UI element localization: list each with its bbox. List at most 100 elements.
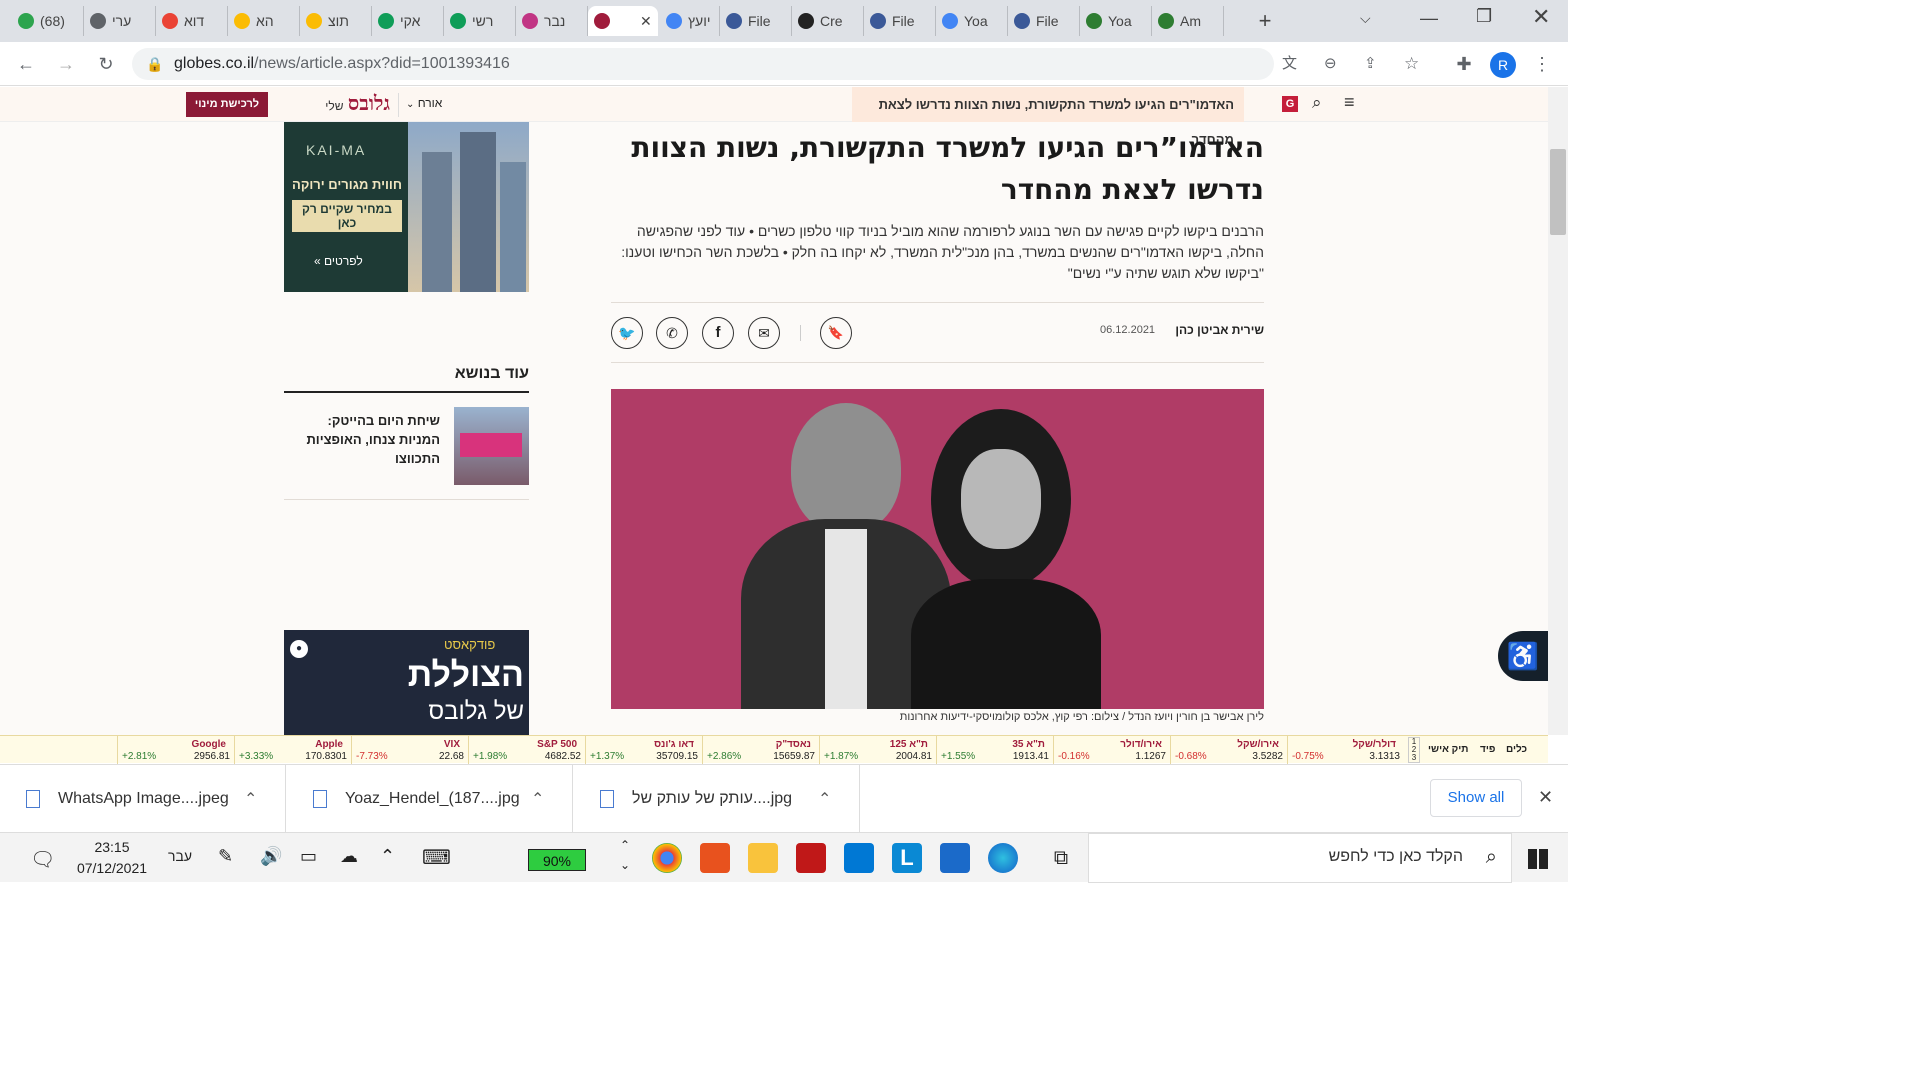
twitter-share-icon[interactable]: 🐦: [611, 317, 643, 349]
url-bar[interactable]: 🔒 globes.co.il/news/article.aspx?did=100…: [132, 48, 1419, 80]
back-icon[interactable]: ←: [14, 52, 38, 76]
browser-tab[interactable]: Cre: [792, 6, 864, 36]
author[interactable]: שירית אביטן כהן: [1150, 323, 1264, 337]
save-article-button[interactable]: 🔖: [820, 317, 852, 349]
translate-icon[interactable]: 文: [1282, 48, 1297, 80]
store-icon[interactable]: [844, 843, 874, 873]
ticker-item[interactable]: אירו/דולר 1.1267 -0.16%: [1053, 736, 1170, 764]
browser-tab[interactable]: ערי: [84, 6, 156, 36]
globes-logo[interactable]: גלובס שלי: [290, 91, 390, 117]
network-icon[interactable]: ☁: [340, 846, 358, 867]
ticker-feed[interactable]: פיד: [1480, 744, 1495, 755]
email-share-icon[interactable]: ✉: [748, 317, 780, 349]
share-icon[interactable]: ⇪: [1364, 48, 1377, 80]
download-item[interactable]: עותק של עותק של....jpg ⌃: [574, 765, 860, 833]
clock[interactable]: 23:15 07/12/2021: [62, 837, 162, 879]
ticker-item[interactable]: Google 2956.81 +2.81%: [117, 736, 234, 764]
ticker-item[interactable]: דאו ג'ונס 35709.15 +1.37%: [585, 736, 702, 764]
notifications-icon[interactable]: 🗨: [30, 847, 55, 872]
close-tab-icon[interactable]: ✕: [640, 13, 652, 30]
extensions-icon[interactable]: ✚: [1452, 52, 1476, 76]
chevron-up-icon[interactable]: ⌃: [818, 789, 831, 809]
browser-tab[interactable]: הא: [228, 6, 300, 36]
ticker-item[interactable]: S&P 500 4682.52 +1.98%: [468, 736, 585, 764]
close-window-button[interactable]: ✕: [1532, 4, 1550, 30]
forward-icon[interactable]: →: [54, 52, 78, 76]
battery-icon[interactable]: ▭: [300, 846, 317, 867]
browser-tab[interactable]: (68): [12, 6, 84, 36]
download-item[interactable]: WhatsApp Image....jpeg ⌃: [0, 765, 286, 833]
globes-icon[interactable]: G: [1282, 96, 1298, 112]
ticker-item[interactable]: Apple 170.8301 +3.33%: [234, 736, 351, 764]
restore-button[interactable]: ❐: [1476, 6, 1492, 27]
ticker-pager[interactable]: 123: [1408, 737, 1420, 763]
minimize-button[interactable]: —: [1420, 8, 1438, 29]
sidebar-ad-podcast[interactable]: ● פודקאסט הצוללת של גלובס: [284, 630, 529, 735]
mail-icon[interactable]: [940, 843, 970, 873]
volume-icon[interactable]: 🔊: [260, 846, 282, 867]
zoom-icon[interactable]: ⊖: [1324, 48, 1337, 80]
ticker-item[interactable]: אירו/שקל 3.5282 -0.68%: [1170, 736, 1287, 764]
windows-start-icon[interactable]: [1528, 849, 1548, 869]
download-item[interactable]: Yoaz_Hendel_(187....jpg ⌃: [287, 765, 573, 833]
file-explorer-icon[interactable]: [748, 843, 778, 873]
facebook-share-icon[interactable]: f: [702, 317, 734, 349]
browser-tab[interactable]: File: [1008, 6, 1080, 36]
battery-percent[interactable]: 90%: [528, 849, 586, 871]
user-menu[interactable]: אורח ⌄: [406, 96, 442, 110]
chevron-up-icon[interactable]: ⌃: [244, 789, 257, 809]
office-icon[interactable]: [700, 843, 730, 873]
lock-icon: 🔒: [146, 56, 164, 72]
reload-icon[interactable]: ↻: [94, 52, 118, 76]
related-thumbnail[interactable]: [454, 407, 529, 485]
search-icon[interactable]: ⌕: [1312, 93, 1322, 113]
new-tab-button[interactable]: +: [1252, 8, 1278, 34]
language-indicator[interactable]: עבר: [168, 848, 192, 864]
browser-tab[interactable]: תוצ: [300, 6, 372, 36]
page-scrollbar[interactable]: [1548, 87, 1568, 735]
sticky-headline[interactable]: האדמו"רים הגיעו למשרד התקשורת, נשות הצוו…: [852, 87, 1244, 147]
ticker-item[interactable]: דולר/שקל 3.1313 -0.75%: [1287, 736, 1404, 764]
bookmark-star-icon[interactable]: ☆: [1404, 48, 1419, 80]
close-download-bar-icon[interactable]: ✕: [1538, 787, 1553, 808]
whatsapp-share-icon[interactable]: ✆: [656, 317, 688, 349]
browser-tab[interactable]: ✕: [588, 6, 658, 36]
hidden-icons-chevron-icon[interactable]: ⌃: [380, 846, 395, 867]
show-all-downloads-button[interactable]: Show all: [1430, 779, 1522, 817]
ticker-item[interactable]: VIX 22.68 -7.73%: [351, 736, 468, 764]
subscribe-button[interactable]: לרכישת מינוי: [186, 92, 268, 117]
avatar[interactable]: R: [1490, 52, 1516, 78]
accessibility-icon[interactable]: ♿: [1498, 631, 1548, 681]
browser-tab[interactable]: Am: [1152, 6, 1224, 36]
ticker-item[interactable]: ת"א 125 2004.81 +1.87%: [819, 736, 936, 764]
chrome-icon[interactable]: [652, 843, 682, 873]
ticker-item[interactable]: נאסד"ק 15659.87 +2.86%: [702, 736, 819, 764]
chevron-up-icon[interactable]: ⌃: [531, 789, 544, 809]
ticker-portfolio[interactable]: תיק אישי: [1428, 744, 1468, 755]
browser-tab[interactable]: דוא: [156, 6, 228, 36]
scrollbar-thumb[interactable]: [1550, 149, 1566, 235]
keyboard-icon[interactable]: ⌨: [422, 845, 451, 870]
browser-tab[interactable]: יועץ: [660, 6, 720, 36]
browser-tab[interactable]: אקי: [372, 6, 444, 36]
browser-tab[interactable]: Yoa: [1080, 6, 1152, 36]
browser-tab[interactable]: File: [720, 6, 792, 36]
browser-tab[interactable]: Yoa: [936, 6, 1008, 36]
browser-tab[interactable]: רשי: [444, 6, 516, 36]
pen-icon[interactable]: ✎: [218, 846, 233, 867]
app-scroll-chevrons-icon[interactable]: ⌃ ⌄: [620, 835, 630, 875]
related-item[interactable]: שיחת היום בהייטק: המניות צנחו, האופציות …: [284, 411, 440, 468]
tab-search-icon[interactable]: ⌵: [1360, 10, 1371, 27]
ticker-tools[interactable]: כלים: [1506, 744, 1527, 755]
mcafee-icon[interactable]: [796, 843, 826, 873]
ticker-item[interactable]: ת"א 35 1913.41 +1.55%: [936, 736, 1053, 764]
browser-tab[interactable]: File: [864, 6, 936, 36]
search-input[interactable]: ⌕ הקלד כאן כדי לחפש: [1088, 833, 1512, 883]
menu-dots-icon[interactable]: ⋮: [1530, 52, 1554, 76]
edge-icon[interactable]: [988, 843, 1018, 873]
task-view-icon[interactable]: ⧉: [1046, 843, 1076, 873]
sidebar-ad-kaima[interactable]: KAI-MA חווית מגורים ירוקה במחיר שקיים רק…: [284, 122, 529, 292]
l-app-icon[interactable]: L: [892, 843, 922, 873]
browser-tab[interactable]: נבר: [516, 6, 588, 36]
hamburger-menu-icon[interactable]: ≡: [1344, 92, 1355, 113]
